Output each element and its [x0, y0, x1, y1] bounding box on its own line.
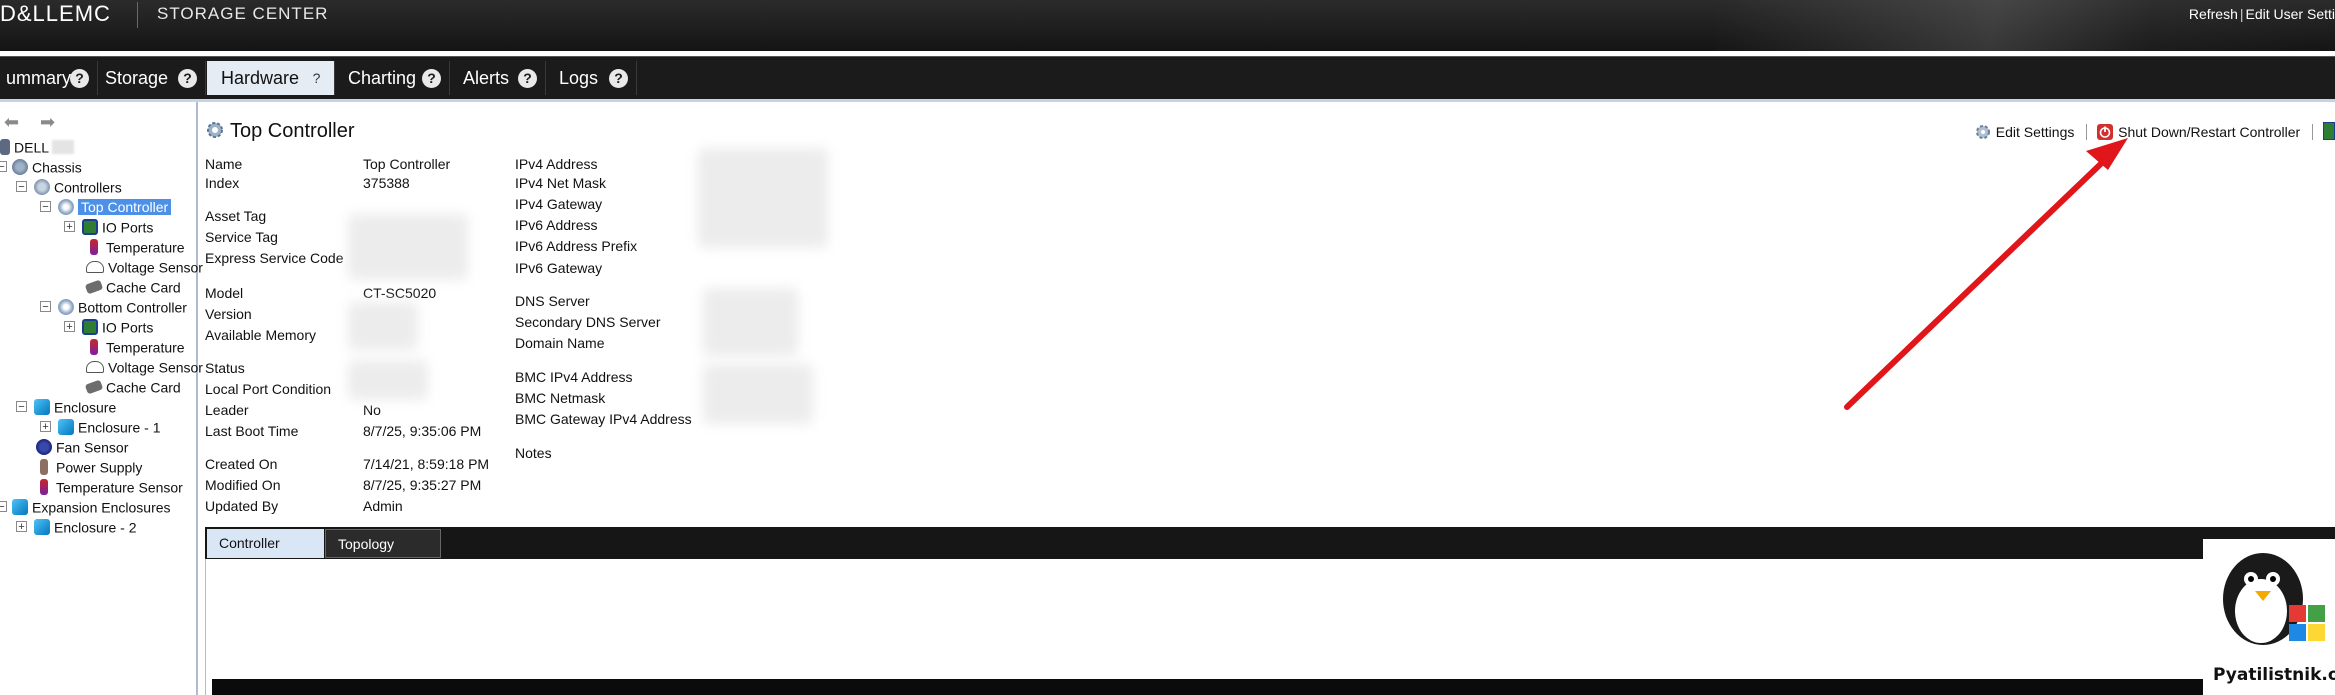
watermark: Pyatilistnik.org: [2203, 539, 2335, 695]
annotation-arrow: [1844, 138, 2128, 410]
watermark-text: Pyatilistnik.org: [2213, 665, 2335, 685]
penguin-logo-icon: [2223, 553, 2325, 645]
arrow-head: [2086, 138, 2128, 170]
arrow-shaft: [1844, 154, 2111, 410]
